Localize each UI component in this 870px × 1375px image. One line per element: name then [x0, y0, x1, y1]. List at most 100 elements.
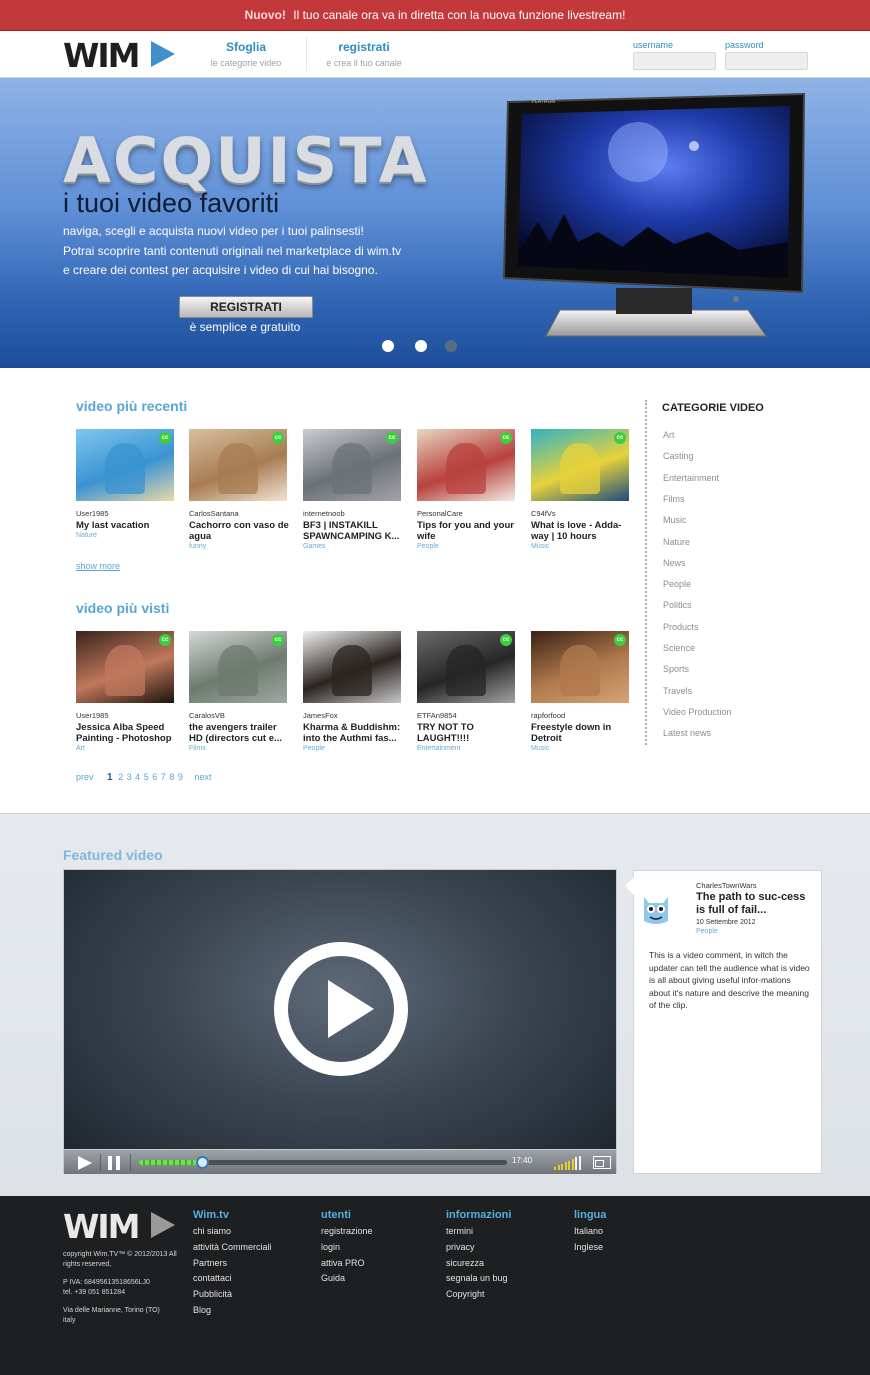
category-link[interactable]: Films — [663, 494, 685, 504]
beach-icon[interactable]: cc — [76, 429, 174, 501]
slide-dot-2[interactable] — [415, 340, 427, 352]
wim-logo[interactable]: WIM — [63, 37, 178, 71]
video-category[interactable]: People — [417, 543, 517, 550]
progress-handle[interactable] — [195, 1156, 209, 1169]
category-link[interactable]: Art — [663, 430, 675, 440]
category-link[interactable]: News — [663, 558, 686, 568]
video-user[interactable]: internetnoob — [303, 509, 403, 518]
video-user[interactable]: User1985 — [76, 711, 176, 720]
video-user[interactable]: rapforfood — [531, 711, 631, 720]
video-card[interactable]: cc User1985 Jessica Alba Speed Painting - … — [76, 631, 176, 752]
video-title[interactable]: Freestyle down in Detroit — [531, 722, 631, 744]
video-card[interactable]: cc rapforfood Freestyle down in Detroit Mus… — [531, 631, 631, 752]
video-category[interactable]: Entertainment — [417, 745, 517, 752]
video-category[interactable]: Music — [531, 543, 631, 550]
category-link[interactable]: Sports — [663, 664, 689, 674]
couple-icon[interactable]: cc — [417, 429, 515, 501]
footer-link[interactable]: Italiano — [574, 1224, 606, 1240]
footer-wim-logo[interactable]: WIM — [63, 1208, 178, 1242]
video-card[interactable]: cc CarlosSantana Cachorro con vaso de agua… — [189, 429, 289, 550]
footer-link[interactable]: attività Commerciali — [193, 1240, 272, 1256]
slide-dot-1[interactable] — [382, 340, 394, 352]
footer-link[interactable]: Partners — [193, 1256, 272, 1272]
footer-link[interactable]: Inglese — [574, 1240, 606, 1256]
video-title[interactable]: Cachorro con vaso de agua — [189, 520, 289, 542]
category-link[interactable]: Nature — [663, 537, 690, 547]
bw-photo-icon[interactable]: cc — [417, 631, 515, 703]
footer-link[interactable]: segnala un bug — [446, 1271, 511, 1287]
video-title[interactable]: Tips for you and your wife — [417, 520, 517, 542]
pagination-page[interactable]: 4 — [135, 772, 140, 782]
pagination-page[interactable]: 9 — [178, 772, 183, 782]
video-card[interactable]: cc PersonalCare Tips for you and your wife… — [417, 429, 517, 550]
slide-dot-3[interactable] — [445, 340, 457, 352]
pagination-page[interactable]: 7 — [161, 772, 166, 782]
video-title[interactable]: TRY NOT TO LAUGHT!!!! — [417, 722, 517, 744]
singer-icon[interactable]: cc — [76, 631, 174, 703]
pagination-page[interactable]: 2 — [118, 772, 123, 782]
nav-sfoglia[interactable]: Sfoglia le categorie video — [208, 40, 284, 68]
footer-link[interactable]: Guida — [321, 1271, 373, 1287]
video-user[interactable]: CarlosSantana — [189, 509, 289, 518]
category-link[interactable]: Casting — [663, 451, 694, 461]
pagination-page[interactable]: 6 — [152, 772, 157, 782]
pagination-page[interactable]: 8 — [169, 772, 174, 782]
video-title[interactable]: BF3 | INSTAKILL SPAWNCAMPING K... — [303, 520, 403, 542]
video-title[interactable]: the avengers trailer HD (directors cut e… — [189, 722, 289, 744]
footer-link[interactable]: Blog — [193, 1303, 272, 1319]
password-field[interactable] — [725, 52, 808, 70]
footer-link[interactable]: privacy — [446, 1240, 511, 1256]
portrait-icon[interactable] — [303, 631, 401, 703]
video-title[interactable]: Kharma & Buddishm: into the Authmi fas..… — [303, 722, 403, 744]
pagination-next[interactable]: next — [194, 772, 211, 782]
pagination-prev[interactable]: prev — [76, 772, 94, 782]
category-link[interactable]: Video Production — [663, 707, 731, 717]
city-icon[interactable]: cc — [303, 429, 401, 501]
footer-link[interactable]: sicurezza — [446, 1256, 511, 1272]
video-card[interactable]: cc C94fVs What is love - Adda-way | 10 hou… — [531, 429, 631, 550]
video-user[interactable]: CaralosVB — [189, 711, 289, 720]
video-title[interactable]: Jessica Alba Speed Painting - Photoshop — [76, 722, 176, 744]
video-category[interactable]: Films — [189, 745, 289, 752]
dancer-icon[interactable]: cc — [531, 429, 629, 501]
show-more-link[interactable]: show more — [76, 561, 120, 571]
footer-link[interactable]: termini — [446, 1224, 511, 1240]
volume-icon[interactable] — [554, 1155, 584, 1170]
video-user[interactable]: C94fVs — [531, 509, 631, 518]
video-category[interactable]: Music — [531, 745, 631, 752]
footer-link[interactable]: attiva PRO — [321, 1256, 373, 1272]
comment-user[interactable]: CharlesTownWars — [696, 881, 757, 890]
username-field[interactable] — [633, 52, 716, 70]
announcement-text[interactable]: Il tuo canale ora va in diretta con la n… — [293, 8, 625, 22]
play-overlay-button[interactable] — [274, 942, 408, 1076]
video-user[interactable]: JamesFox — [303, 711, 403, 720]
jet-icon[interactable]: cc — [189, 631, 287, 703]
video-card[interactable]: cc internetnoob BF3 | INSTAKILL SPAWNCAMPI… — [303, 429, 403, 550]
nav-registrati[interactable]: registrati e crea il tuo canale — [322, 40, 406, 68]
video-user[interactable]: User1985 — [76, 509, 176, 518]
footer-link[interactable]: Copyright — [446, 1287, 511, 1303]
fullscreen-icon[interactable] — [593, 1156, 611, 1169]
category-link[interactable]: Science — [663, 643, 695, 653]
pagination-current[interactable]: 1 — [107, 772, 113, 783]
play-control-icon[interactable] — [78, 1156, 92, 1170]
category-link[interactable]: Travels — [663, 686, 692, 696]
category-link[interactable]: Politics — [663, 600, 692, 610]
video-category[interactable]: Nature — [76, 532, 176, 539]
footer-link[interactable]: login — [321, 1240, 373, 1256]
pagination-page[interactable]: 5 — [144, 772, 149, 782]
comment-category[interactable]: People — [696, 928, 718, 935]
video-player[interactable]: 17:40 — [63, 869, 617, 1174]
category-link[interactable]: Entertainment — [663, 473, 719, 483]
video-category[interactable]: Art — [76, 745, 176, 752]
video-card[interactable]: cc ETFAn9854 TRY NOT TO LAUGHT!!!! Entertai… — [417, 631, 517, 752]
video-user[interactable]: PersonalCare — [417, 509, 517, 518]
category-link[interactable]: People — [663, 579, 691, 589]
video-card[interactable]: cc User1985 My last vacation Nature — [76, 429, 176, 539]
category-link[interactable]: Products — [663, 622, 699, 632]
video-title[interactable]: My last vacation — [76, 520, 176, 531]
hero-register-button[interactable]: REGISTRATI — [179, 296, 313, 318]
category-link[interactable]: Latest news — [663, 728, 711, 738]
footer-link[interactable]: contattaci — [193, 1271, 272, 1287]
footer-link[interactable]: registrazione — [321, 1224, 373, 1240]
